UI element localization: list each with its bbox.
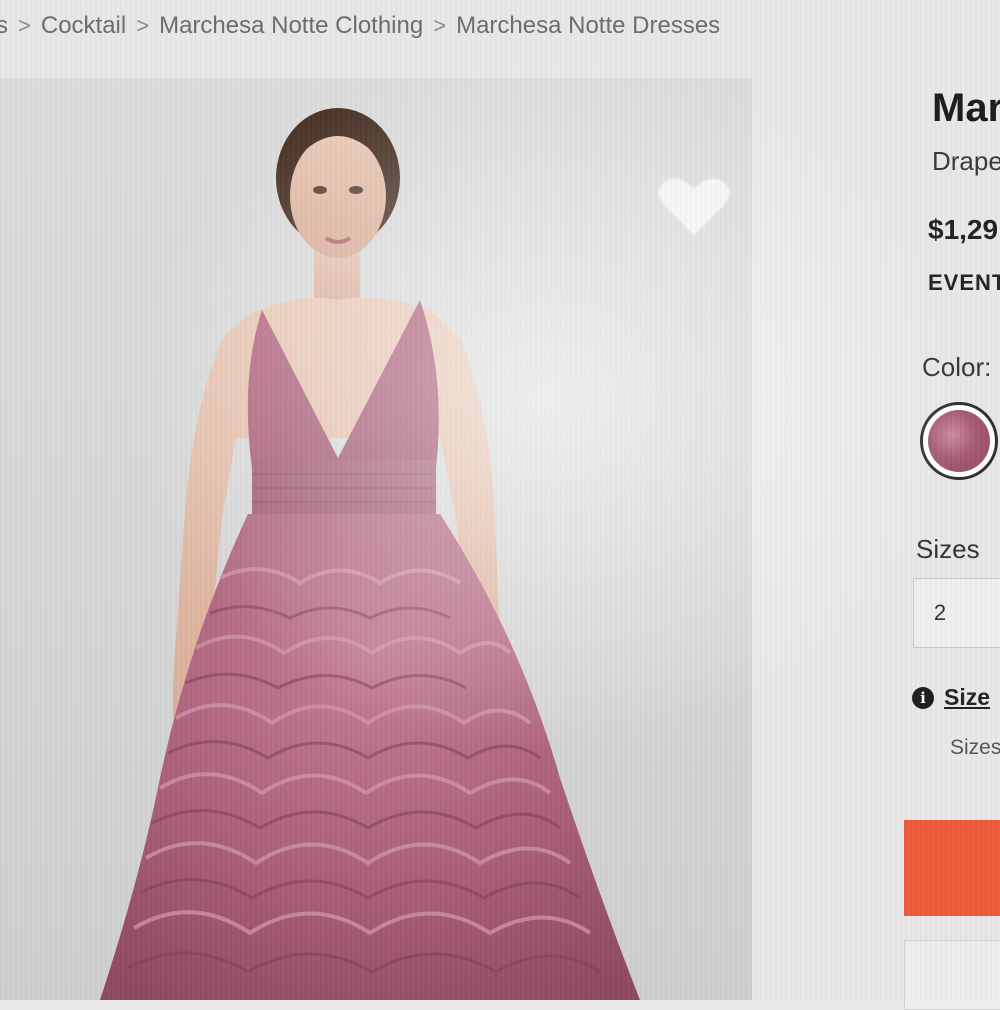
breadcrumb-item-marchesa-clothing[interactable]: Marchesa Notte Clothing (159, 12, 423, 40)
breadcrumb-item-marchesa-dresses[interactable]: Marchesa Notte Dresses (456, 12, 720, 40)
color-swatch[interactable] (920, 402, 998, 480)
color-swatch-fill (928, 410, 990, 472)
color-label: Color: (922, 352, 992, 382)
product-brand: Mar (932, 86, 1000, 130)
product-price: $1,29 (928, 214, 999, 245)
info-icon: i (912, 686, 934, 709)
size-option-2[interactable]: 2 (913, 578, 1000, 648)
product-photo (100, 108, 640, 1000)
breadcrumb-separator: > (433, 13, 447, 38)
size-note: Sizes (950, 736, 1000, 759)
breadcrumb-separator: > (136, 13, 150, 38)
sizes-label: Sizes (916, 534, 980, 564)
breadcrumb-item-cocktail[interactable]: Cocktail (41, 12, 126, 40)
add-to-bag-button[interactable] (904, 820, 1000, 916)
breadcrumb: s > Cocktail > Marchesa Notte Clothing >… (0, 8, 720, 44)
breadcrumb-separator: > (18, 13, 31, 38)
product-subtitle: Drape (932, 146, 1000, 176)
size-guide[interactable]: i Size (912, 684, 990, 711)
product-image[interactable] (0, 78, 752, 1000)
heart-icon (657, 177, 731, 238)
breadcrumb-item-0[interactable]: s (0, 12, 8, 40)
size-guide-link[interactable]: Size (944, 684, 990, 711)
favorite-button[interactable] (656, 174, 740, 248)
event-label: EVENT (928, 270, 1000, 295)
